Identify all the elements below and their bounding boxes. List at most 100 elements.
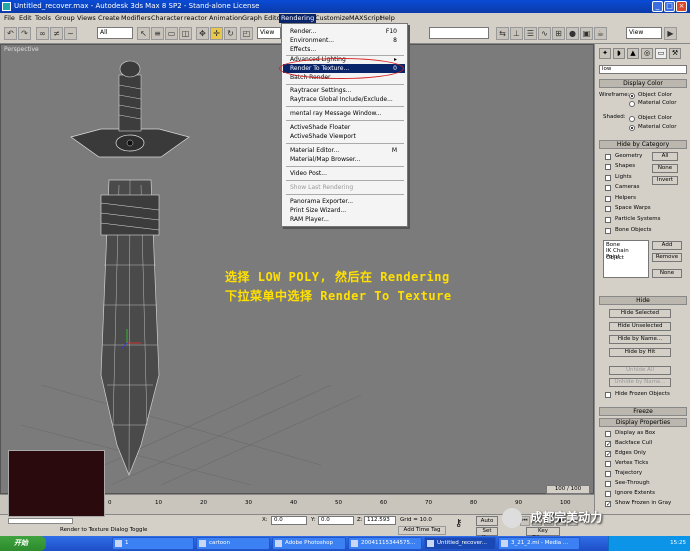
- hide-selected-button[interactable]: Hide Selected: [609, 309, 671, 318]
- material-editor-icon[interactable]: ●: [566, 27, 579, 40]
- menu-item-material-editor[interactable]: Material Editor... M: [290, 146, 405, 155]
- key-icon[interactable]: ⚷: [455, 518, 462, 529]
- object-name-field[interactable]: low: [599, 65, 687, 74]
- set-key-button[interactable]: Set Key: [476, 527, 498, 541]
- ignore-extents-checkbox[interactable]: [605, 491, 611, 497]
- menu-help[interactable]: Help: [378, 14, 397, 23]
- curve-editor-icon[interactable]: ∿: [538, 27, 551, 40]
- menu-character[interactable]: Character: [149, 14, 185, 23]
- reference-coordinate-system[interactable]: View: [257, 27, 281, 39]
- space-warps-checkbox[interactable]: [605, 206, 611, 212]
- hide-by-name-button[interactable]: Hide by Name...: [609, 335, 671, 344]
- auto-key-button[interactable]: Auto: [476, 516, 498, 526]
- menu-item-print-size-wizard[interactable]: Print Size Wizard...: [290, 206, 405, 215]
- shapes-checkbox[interactable]: [605, 164, 611, 170]
- menu-item-effects[interactable]: Effects...: [290, 45, 405, 54]
- schematic-view-icon[interactable]: ⊞: [552, 27, 565, 40]
- display-as-box-checkbox[interactable]: [605, 431, 611, 437]
- menu-edit[interactable]: Edit: [17, 14, 34, 23]
- helpers-checkbox[interactable]: [605, 196, 611, 202]
- geometry-checkbox[interactable]: [605, 154, 611, 160]
- lights-checkbox[interactable]: [605, 175, 611, 181]
- menu-views[interactable]: Views: [75, 14, 98, 23]
- display-tab-icon[interactable]: ▭: [655, 48, 667, 59]
- task-button[interactable]: cartoon: [196, 537, 270, 550]
- show-frozen-gray-checkbox[interactable]: ✓: [605, 501, 611, 508]
- redo-icon[interactable]: ↷: [18, 27, 31, 40]
- task-button[interactable]: 1: [112, 537, 194, 550]
- menu-item-activeshade-floater[interactable]: ActiveShade Floater: [290, 123, 405, 132]
- shaded-material-color-radio[interactable]: [629, 125, 635, 131]
- layer-manager-icon[interactable]: ☰: [524, 27, 537, 40]
- select-rotate-icon[interactable]: ✛: [210, 27, 223, 40]
- y-coordinate-field[interactable]: 0.0: [318, 516, 354, 525]
- select-by-name-icon[interactable]: ≡: [151, 27, 164, 40]
- backface-cull-checkbox[interactable]: ✓: [605, 441, 611, 448]
- motion-tab-icon[interactable]: ◎: [641, 48, 653, 59]
- minimize-button[interactable]: _: [652, 1, 663, 12]
- menu-item-environment[interactable]: Environment... 8: [290, 36, 405, 45]
- selection-filter[interactable]: All: [97, 27, 133, 39]
- shaded-object-color-radio[interactable]: [629, 116, 635, 122]
- menu-tools[interactable]: Tools: [33, 14, 53, 23]
- menu-create[interactable]: Create: [96, 14, 122, 23]
- bind-spacewarp-icon[interactable]: ~: [64, 27, 77, 40]
- x-coordinate-field[interactable]: 0.0: [271, 516, 307, 525]
- task-button-active[interactable]: Untitled_recover...: [424, 537, 496, 550]
- vertex-ticks-checkbox[interactable]: [605, 461, 611, 467]
- menu-item-raytracer-settings[interactable]: Raytracer Settings...: [290, 86, 405, 95]
- viewport-label[interactable]: Perspective: [4, 46, 39, 53]
- particle-systems-checkbox[interactable]: [605, 217, 611, 223]
- menu-item-render[interactable]: Render... F10: [290, 27, 405, 36]
- menu-animation[interactable]: Animation: [207, 14, 244, 23]
- undo-icon[interactable]: ↶: [4, 27, 17, 40]
- mirror-icon[interactable]: ⇆: [496, 27, 509, 40]
- menu-item-material-map-browser[interactable]: Material/Map Browser...: [290, 155, 405, 164]
- close-button[interactable]: ×: [676, 1, 687, 12]
- hide-by-category-rollout[interactable]: Hide by Category: [599, 140, 687, 149]
- task-button[interactable]: 20041115344575...: [348, 537, 422, 550]
- menu-item-mental-ray-messages[interactable]: mental ray Message Window...: [290, 109, 405, 118]
- unhide-by-name-button[interactable]: Unhide by Name...: [609, 378, 671, 387]
- hide-frozen-checkbox[interactable]: [605, 392, 611, 398]
- category-all-button[interactable]: All: [652, 152, 678, 161]
- select-move-icon[interactable]: ✥: [196, 27, 209, 40]
- unlink-icon[interactable]: ≠: [50, 27, 63, 40]
- select-object-icon[interactable]: ↖: [137, 27, 150, 40]
- list-add-button[interactable]: Add: [652, 241, 682, 250]
- named-selection-sets[interactable]: [429, 27, 489, 39]
- freeze-rollout[interactable]: Freeze: [599, 407, 687, 416]
- progress-slider[interactable]: [8, 518, 73, 524]
- list-item[interactable]: Point: [606, 254, 620, 261]
- time-slider[interactable]: 100 / 100: [546, 485, 590, 494]
- menu-item-raytrace-global[interactable]: Raytrace Global Include/Exclude...: [290, 95, 405, 104]
- category-invert-button[interactable]: Invert: [652, 176, 678, 185]
- category-none-button[interactable]: None: [652, 164, 678, 173]
- menu-item-panorama-exporter[interactable]: Panorama Exporter...: [290, 197, 405, 206]
- menu-group[interactable]: Group: [53, 14, 77, 23]
- see-through-checkbox[interactable]: [605, 481, 611, 487]
- unhide-all-button[interactable]: Unhide All: [609, 366, 671, 375]
- list-none-button[interactable]: None: [652, 269, 682, 278]
- start-button[interactable]: 开始: [0, 536, 46, 551]
- menu-modifiers[interactable]: Modifiers: [119, 14, 153, 23]
- hierarchy-tab-icon[interactable]: ▲: [627, 48, 639, 59]
- menu-rendering[interactable]: Rendering: [279, 14, 317, 23]
- edges-only-checkbox[interactable]: ✓: [605, 451, 611, 458]
- list-remove-button[interactable]: Remove: [652, 253, 682, 262]
- hide-unselected-button[interactable]: Hide Unselected: [609, 322, 671, 331]
- maximize-button[interactable]: □: [664, 1, 675, 12]
- uniform-scale-icon[interactable]: ◰: [240, 27, 253, 40]
- add-time-tag-button[interactable]: Add Time Tag: [398, 526, 446, 535]
- trajectory-checkbox[interactable]: [605, 471, 611, 477]
- render-type-select[interactable]: View: [626, 27, 662, 39]
- display-color-rollout[interactable]: Display Color: [599, 79, 687, 88]
- quick-render-icon[interactable]: ☕: [594, 27, 607, 40]
- menu-item-video-post[interactable]: Video Post...: [290, 169, 405, 178]
- menu-reactor[interactable]: reactor: [182, 14, 209, 23]
- cameras-checkbox[interactable]: [605, 185, 611, 191]
- render-last-icon[interactable]: ▶: [664, 27, 677, 40]
- wireframe-material-color-radio[interactable]: [629, 101, 635, 107]
- select-scale-icon[interactable]: ↻: [224, 27, 237, 40]
- display-properties-rollout[interactable]: Display Properties: [599, 418, 687, 427]
